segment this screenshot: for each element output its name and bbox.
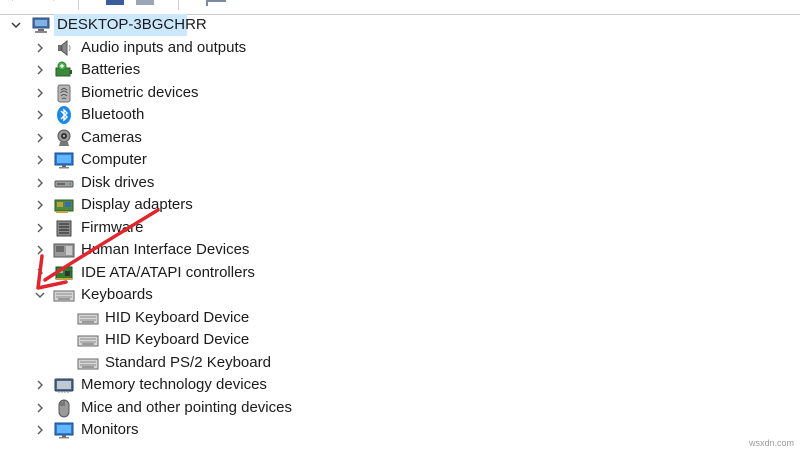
chevron-right-icon[interactable] [34,109,46,121]
chevron-right-icon[interactable] [34,64,46,76]
tree-node-device[interactable]: HID Keyboard Device [0,329,800,351]
hid-icon [53,243,75,258]
tree-node-category[interactable]: Computer [0,149,800,171]
node-label: Memory technology devices [81,376,267,393]
node-label: Monitors [81,421,139,438]
mouse-icon [58,399,70,417]
node-label: Audio inputs and outputs [81,38,247,56]
keyboard-icon [53,290,75,302]
tree-node-category[interactable]: Keyboards [0,284,800,306]
node-label: HID Keyboard Device [105,331,250,348]
chevron-right-icon[interactable] [34,199,46,211]
ide-controller-icon [55,266,73,280]
fingerprint-icon [57,84,71,102]
node-label: Human Interface Devices [81,241,250,258]
tree-node-category[interactable]: Human Interface Devices [0,239,800,261]
tree-node-category[interactable]: Batteries [0,59,800,81]
chevron-right-icon[interactable] [34,177,46,189]
computer-icon [32,17,50,33]
chevron-right-icon[interactable] [34,424,46,436]
tree-node-category[interactable]: Firmware [0,217,800,239]
battery-icon [55,61,72,77]
node-label: HID Keyboard Device [105,308,250,326]
chevron-right-icon[interactable] [34,222,46,234]
toolbar-separator [178,0,179,10]
speaker-icon [58,39,71,56]
monitor-icon [54,152,74,169]
node-label: Mice and other pointing devices [81,398,292,416]
tree-node-category[interactable]: Biometric devices [0,82,800,104]
back-icon[interactable] [10,0,22,6]
keyboard-icon [77,335,99,347]
scan-hardware-button[interactable] [206,0,226,6]
memory-icon [54,378,74,393]
node-label: Firmware [81,218,144,236]
tree-node-category[interactable]: Audio inputs and outputs [0,37,800,59]
chevron-down-icon[interactable] [10,19,22,31]
node-label: Batteries [81,61,141,78]
node-label: DESKTOP-3BGCHRR [57,16,207,33]
help-button[interactable] [136,0,154,5]
tree-node-category[interactable]: Monitors [0,419,800,441]
chevron-right-icon[interactable] [34,379,46,391]
tree-node-device[interactable]: HID Keyboard Device [0,307,800,329]
forward-icon[interactable] [44,0,56,6]
node-label: Computer [81,151,147,168]
device-tree: DESKTOP-3BGCHRR Audio inputs and outputs B… [0,14,800,450]
chevron-right-icon[interactable] [34,154,46,166]
tree-node-category[interactable]: Display adapters [0,194,800,216]
tree-node-category[interactable]: IDE ATA/ATAPI controllers [0,262,800,284]
bluetooth-icon [57,106,71,124]
monitor-icon [54,422,74,439]
keyboard-icon [77,358,99,369]
properties-button[interactable] [106,0,124,5]
watermark: wsxdn.com [748,438,794,448]
node-label: Disk drives [81,173,155,191]
keyboard-icon [77,313,99,324]
node-label: Bluetooth [81,106,145,123]
toolbar-separator [78,0,79,10]
chevron-down-icon[interactable] [34,289,46,301]
chevron-right-icon[interactable] [34,132,46,144]
tree-node-root[interactable]: DESKTOP-3BGCHRR [0,14,800,36]
tree-node-device[interactable]: Standard PS/2 Keyboard [0,352,800,374]
display-adapter-icon [54,199,74,213]
node-label: Display adapters [81,196,193,213]
node-label: Cameras [81,128,142,146]
camera-icon [57,129,71,146]
node-label: Biometric devices [81,83,199,101]
toolbar [0,0,800,15]
chevron-right-icon[interactable] [34,244,46,256]
chevron-right-icon[interactable] [34,42,46,54]
chevron-right-icon[interactable] [34,402,46,414]
tree-node-category[interactable]: Bluetooth [0,104,800,126]
tree-node-category[interactable]: Disk drives [0,172,800,194]
chevron-right-icon[interactable] [34,87,46,99]
node-label: IDE ATA/ATAPI controllers [81,263,255,281]
tree-node-category[interactable]: Cameras [0,127,800,149]
node-label: Keyboards [81,286,153,303]
node-label: Standard PS/2 Keyboard [105,353,271,371]
chevron-right-icon[interactable] [34,267,46,279]
tree-node-category[interactable]: Memory technology devices [0,374,800,396]
disk-drive-icon [54,180,74,187]
firmware-icon [56,220,72,236]
tree-node-category[interactable]: Mice and other pointing devices [0,397,800,419]
